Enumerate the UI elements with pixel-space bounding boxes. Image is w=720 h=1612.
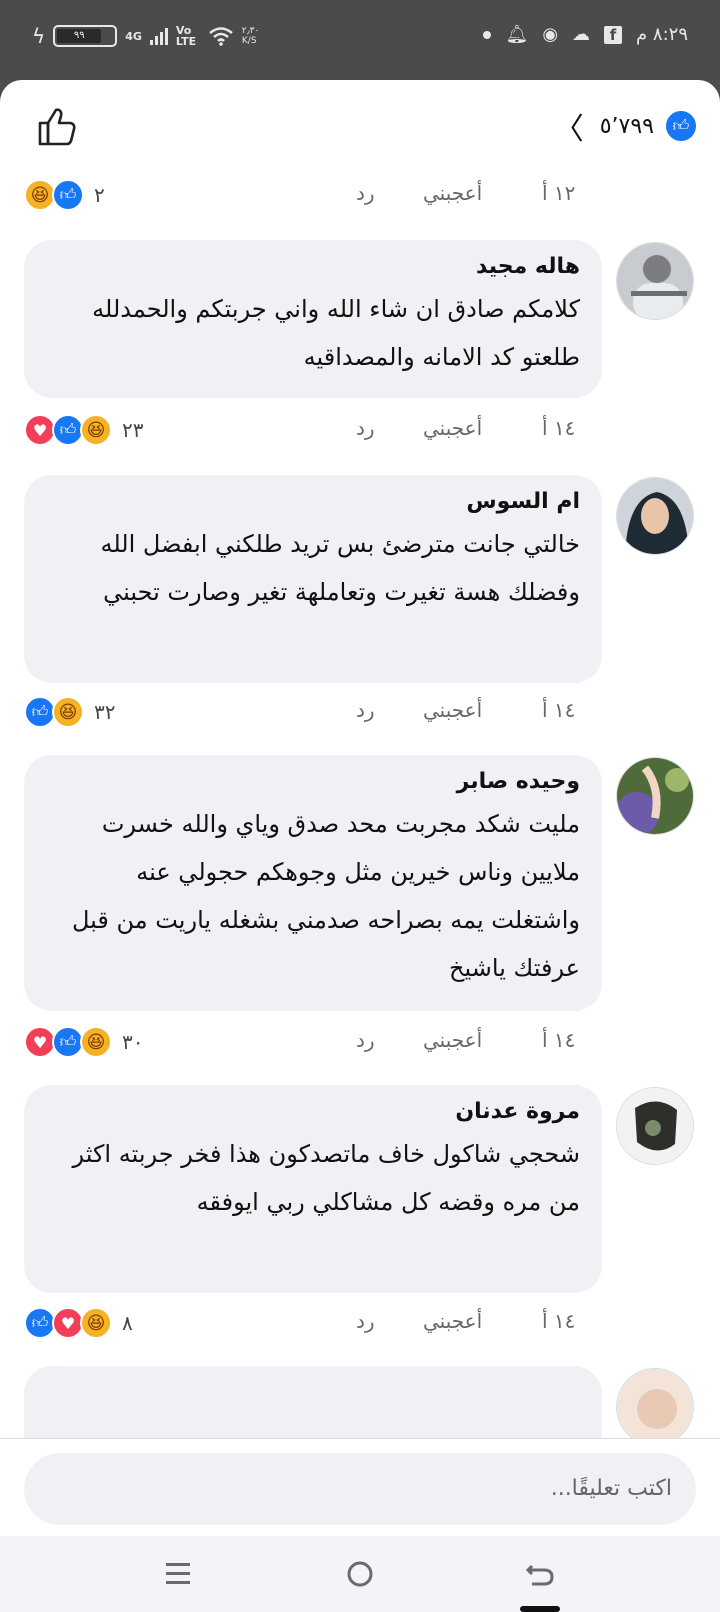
reaction-count: ٣٢: [94, 700, 116, 724]
like-button[interactable]: أعجبني: [423, 698, 482, 722]
gesture-indicator: [520, 1606, 560, 1612]
like-icon: 👍︎: [52, 179, 84, 211]
like-button[interactable]: أعجبني: [423, 1028, 482, 1052]
sheet-header: 〈 ٥٬٧٩٩ 👍︎: [0, 80, 720, 170]
bell-icon: 🔔︎: [505, 24, 529, 45]
like-button[interactable]: أعجبني: [423, 181, 482, 205]
avatar[interactable]: [616, 477, 694, 555]
comment-meta: 👍︎ 😆︎ ٣٢ رد أعجبني ١٤ أ: [0, 692, 720, 732]
comment-input[interactable]: اكتب تعليقًا...: [24, 1453, 696, 1525]
avatar[interactable]: [616, 1087, 694, 1165]
comment-time: ١٢ أ: [542, 181, 576, 205]
comment-time: ١٤ أ: [542, 416, 576, 440]
haha-icon: 😆︎: [80, 1307, 112, 1339]
comment-composer: اكتب تعليقًا...: [0, 1438, 720, 1536]
reply-button[interactable]: رد: [356, 1028, 375, 1052]
avatar[interactable]: [616, 242, 694, 320]
comment-text: شحجي شاكول خاف ماتصدكون هذا فخر جربته اك…: [72, 1140, 581, 1216]
reaction-count: ٢٣: [122, 418, 144, 442]
reaction-summary[interactable]: 〈 ٥٬٧٩٩ 👍︎: [554, 104, 698, 148]
volte-label: Vo LTE: [175, 24, 197, 48]
comment-time: ١٤ أ: [542, 698, 576, 722]
like-button[interactable]: أعجبني: [423, 1309, 482, 1333]
comment-text: خالتي جانت مترضئ بس تريد طلكني ابفضل الل…: [100, 530, 580, 606]
comment-author[interactable]: ام السوس: [44, 489, 580, 514]
wifi-icon: [209, 27, 233, 46]
cloud-icon: ☁︎: [572, 24, 591, 45]
notification-dot-icon: [483, 30, 492, 39]
comment-author[interactable]: مروة عدنان: [44, 1099, 580, 1124]
comment-bubble[interactable]: هاله مجيد كلامكم صادق ان شاء الله واني ج…: [24, 240, 602, 398]
comment-bubble[interactable]: مروة عدنان شحجي شاكول خاف ماتصدكون هذا ف…: [24, 1085, 602, 1293]
reaction-count: ٢: [94, 183, 105, 207]
battery-icon: ٩٩: [53, 25, 118, 47]
net-speed: ٢٫٣٠ K/S: [242, 26, 259, 46]
comment-bubble[interactable]: ام السوس خالتي جانت مترضئ بس تريد طلكني …: [24, 475, 602, 683]
comment-text: كلامكم صادق ان شاء الله واني جربتكم والح…: [92, 295, 580, 371]
reply-button[interactable]: رد: [356, 416, 375, 440]
menu-icon[interactable]: [158, 1554, 198, 1594]
like-button[interactable]: أعجبني: [423, 416, 482, 440]
haha-icon: 😆︎: [80, 1026, 112, 1058]
back-icon[interactable]: [520, 1554, 560, 1594]
comment-text: مليت شكد مجربت محد صدق وياي والله خسرت م…: [71, 810, 580, 982]
status-right: 🔔︎ ◉ ☁︎ f ٨:٢٩ م: [483, 24, 688, 45]
total-like-count: ٥٬٧٩٩: [599, 113, 654, 139]
net-speed-value: ٢٫٣٠: [241, 26, 260, 36]
reaction-count: ٣٠: [122, 1030, 144, 1054]
reply-button[interactable]: رد: [356, 698, 375, 722]
clock: ٨:٢٩ م: [636, 24, 688, 45]
battery-level: ٩٩: [57, 29, 102, 43]
comment-time: ١٤ أ: [542, 1028, 576, 1052]
comment-author[interactable]: وحيده صابر: [44, 769, 580, 794]
reactions[interactable]: ♥ 👍︎ 😆︎ ٣٠: [24, 1026, 143, 1058]
signal-icon: [149, 27, 168, 45]
charging-icon: ϟ: [32, 24, 46, 48]
system-nav-bar: [0, 1536, 720, 1612]
home-icon[interactable]: [340, 1554, 380, 1594]
comment-meta-previous: 😆︎ 👍︎ ٢ رد أعجبني ١٢ أ: [0, 175, 720, 215]
comments-sheet: 〈 ٥٬٧٩٩ 👍︎ 😆︎ 👍︎ ٢ رد أعجبني ١٢ أ هاله م…: [0, 80, 720, 1536]
thumbs-up-outline-icon[interactable]: [36, 104, 80, 148]
chevron-left-icon[interactable]: 〈: [554, 104, 584, 148]
haha-icon: 😆︎: [80, 414, 112, 446]
comment-meta: ♥ 👍︎ 😆︎ ٣٠ رد أعجبني ١٤ أ: [0, 1022, 720, 1062]
reactions[interactable]: 👍︎ 😆︎ ٣٢: [24, 696, 115, 728]
reply-button[interactable]: رد: [356, 1309, 375, 1333]
comment-time: ١٤ أ: [542, 1309, 576, 1333]
comment-meta: 👍︎ ♥ 😆︎ ٨ رد أعجبني ١٤ أ: [0, 1303, 720, 1343]
haha-icon: 😆︎: [52, 696, 84, 728]
network-type: 4G: [125, 29, 142, 43]
avatar[interactable]: [616, 1368, 694, 1446]
net-speed-unit: K/S: [241, 36, 257, 46]
comment-meta: ♥ 👍︎ 😆︎ ٢٣ رد أعجبني ١٤ أ: [0, 410, 720, 450]
status-bar: ϟ ٩٩ 4G Vo LTE ٢٫٣٠ K/S 🔔︎ ◉ ☁︎ f ٨:٢٩ م: [0, 0, 720, 80]
comment-author[interactable]: هاله مجيد: [44, 254, 580, 279]
avatar[interactable]: [616, 757, 694, 835]
facebook-icon: f: [604, 25, 623, 44]
messenger-icon: ◉: [542, 24, 559, 45]
reaction-count: ٨: [122, 1311, 133, 1335]
status-left: ϟ ٩٩ 4G Vo LTE ٢٫٣٠ K/S: [32, 24, 259, 48]
reactions[interactable]: 👍︎ ♥ 😆︎ ٨: [24, 1307, 133, 1339]
comment-bubble[interactable]: وحيده صابر مليت شكد مجربت محد صدق وياي و…: [24, 755, 602, 1011]
reactions[interactable]: ♥ 👍︎ 😆︎ ٢٣: [24, 414, 143, 446]
like-icon: 👍︎: [664, 109, 698, 143]
reply-button[interactable]: رد: [356, 181, 375, 205]
reactions[interactable]: 😆︎ 👍︎ ٢: [24, 179, 105, 211]
